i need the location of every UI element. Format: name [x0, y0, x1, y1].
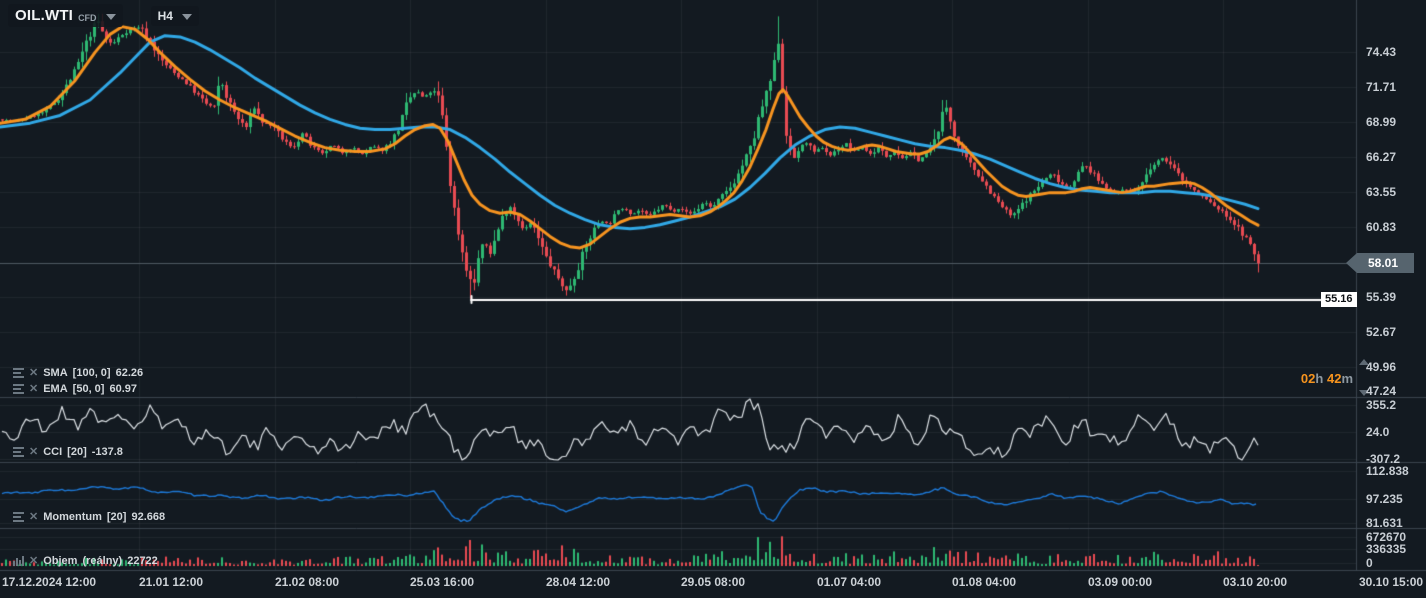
volume-tick-label: 0 [1366, 556, 1373, 570]
time-tick-label: 25.03 16:00 [410, 575, 474, 589]
indicator-value: 92.668 [131, 511, 165, 523]
indicator-name: Momentum [43, 511, 102, 523]
symbol-name: OIL.WTI [15, 7, 73, 24]
candle-countdown-timer: 02h 42m [1301, 371, 1353, 386]
indicator-row-momentum: ✕ Momentum [20] 92.668 [12, 511, 165, 523]
time-tick-label: 03.09 00:00 [1088, 575, 1152, 589]
indicator-remove-icon[interactable]: ✕ [29, 556, 38, 566]
price-tick-label: 71.71 [1366, 80, 1396, 94]
instrument-type-label: CFD [78, 13, 97, 23]
price-tick-label: 63.55 [1366, 185, 1396, 199]
indicator-remove-icon[interactable]: ✕ [29, 447, 38, 457]
time-tick-label: 29.05 08:00 [681, 575, 745, 589]
indicator-params: (reálny) [82, 555, 122, 567]
indicator-settings-icon[interactable] [12, 447, 24, 458]
timer-minutes: 42 [1327, 371, 1341, 386]
timeframe-selector[interactable]: H4 [151, 6, 199, 26]
time-tick-label: 03.10 20:00 [1223, 575, 1287, 589]
indicator-name: Objem [43, 555, 77, 567]
indicator-value: 60.97 [109, 383, 137, 395]
cci-tick-label: 24.0 [1366, 425, 1389, 439]
momentum-tick-label: 112.838 [1366, 464, 1409, 478]
time-tick-label: 17.12.2024 12:00 [2, 575, 96, 589]
time-tick-label: 01.08 04:00 [952, 575, 1016, 589]
cci-tick-label: 355.2 [1366, 398, 1396, 412]
indicator-value: 62.26 [116, 367, 144, 379]
timer-minutes-unit: m [1341, 371, 1353, 386]
chart-canvas[interactable] [0, 0, 1426, 598]
chart-header: OIL.WTI CFD H4 [8, 4, 199, 27]
momentum-tick-label: 97.235 [1366, 492, 1403, 506]
indicator-row-cci: ✕ CCI [20] -137.8 [12, 446, 123, 458]
indicator-value: -137.8 [92, 446, 123, 458]
price-tick-label: 49.96 [1366, 360, 1396, 374]
indicator-params: [100, 0] [73, 367, 111, 379]
price-tick-label: 47.24 [1366, 384, 1396, 398]
price-tick-label: 55.39 [1366, 290, 1396, 304]
indicator-name: SMA [43, 367, 67, 379]
symbol-selector[interactable]: OIL.WTI CFD [8, 4, 123, 27]
indicator-settings-icon[interactable] [12, 368, 24, 379]
indicator-row-sma: ✕ SMA [100, 0] 62.26 [12, 367, 143, 379]
indicator-remove-icon[interactable]: ✕ [29, 384, 38, 394]
indicator-params: [50, 0] [73, 383, 105, 395]
price-tick-label: 60.83 [1366, 220, 1396, 234]
price-tick-label: 74.43 [1366, 45, 1396, 59]
indicator-row-volume: ✕ Objem (reálny) 22722 [12, 555, 158, 567]
trading-chart-window: OIL.WTI CFD H4 ✕ SMA [100, 0] 62.26 ✕ [0, 0, 1426, 598]
chevron-down-icon[interactable] [182, 14, 192, 20]
indicator-name: EMA [43, 383, 67, 395]
chevron-down-icon[interactable] [106, 14, 116, 20]
current-price-badge: 58.01 [1346, 253, 1414, 273]
price-tick-label: 66.27 [1366, 150, 1396, 164]
price-tick-label: 52.67 [1366, 325, 1396, 339]
bar-chart-icon[interactable] [12, 556, 24, 567]
support-line-label[interactable]: 55.16 [1321, 292, 1357, 307]
indicator-row-ema: ✕ EMA [50, 0] 60.97 [12, 383, 137, 395]
timeframe-label: H4 [158, 9, 173, 23]
indicator-name: CCI [43, 446, 62, 458]
indicator-params: [20] [67, 446, 87, 458]
timer-hours: 02 [1301, 371, 1315, 386]
indicator-value: 22722 [127, 555, 158, 567]
volume-tick-label: 336335 [1366, 542, 1406, 556]
time-tick-label: 21.02 08:00 [275, 575, 339, 589]
indicator-params: [20] [107, 511, 127, 523]
momentum-tick-label: 81.631 [1366, 516, 1403, 530]
indicator-settings-icon[interactable] [12, 512, 24, 523]
price-tick-label: 68.99 [1366, 115, 1396, 129]
indicator-settings-icon[interactable] [12, 384, 24, 395]
time-tick-label: 21.01 12:00 [139, 575, 203, 589]
time-tick-label: 28.04 12:00 [546, 575, 610, 589]
time-tick-label: 01.07 04:00 [817, 575, 881, 589]
indicator-remove-icon[interactable]: ✕ [29, 368, 38, 378]
time-tick-label: 30.10 15:00 [1359, 575, 1423, 589]
indicator-remove-icon[interactable]: ✕ [29, 512, 38, 522]
